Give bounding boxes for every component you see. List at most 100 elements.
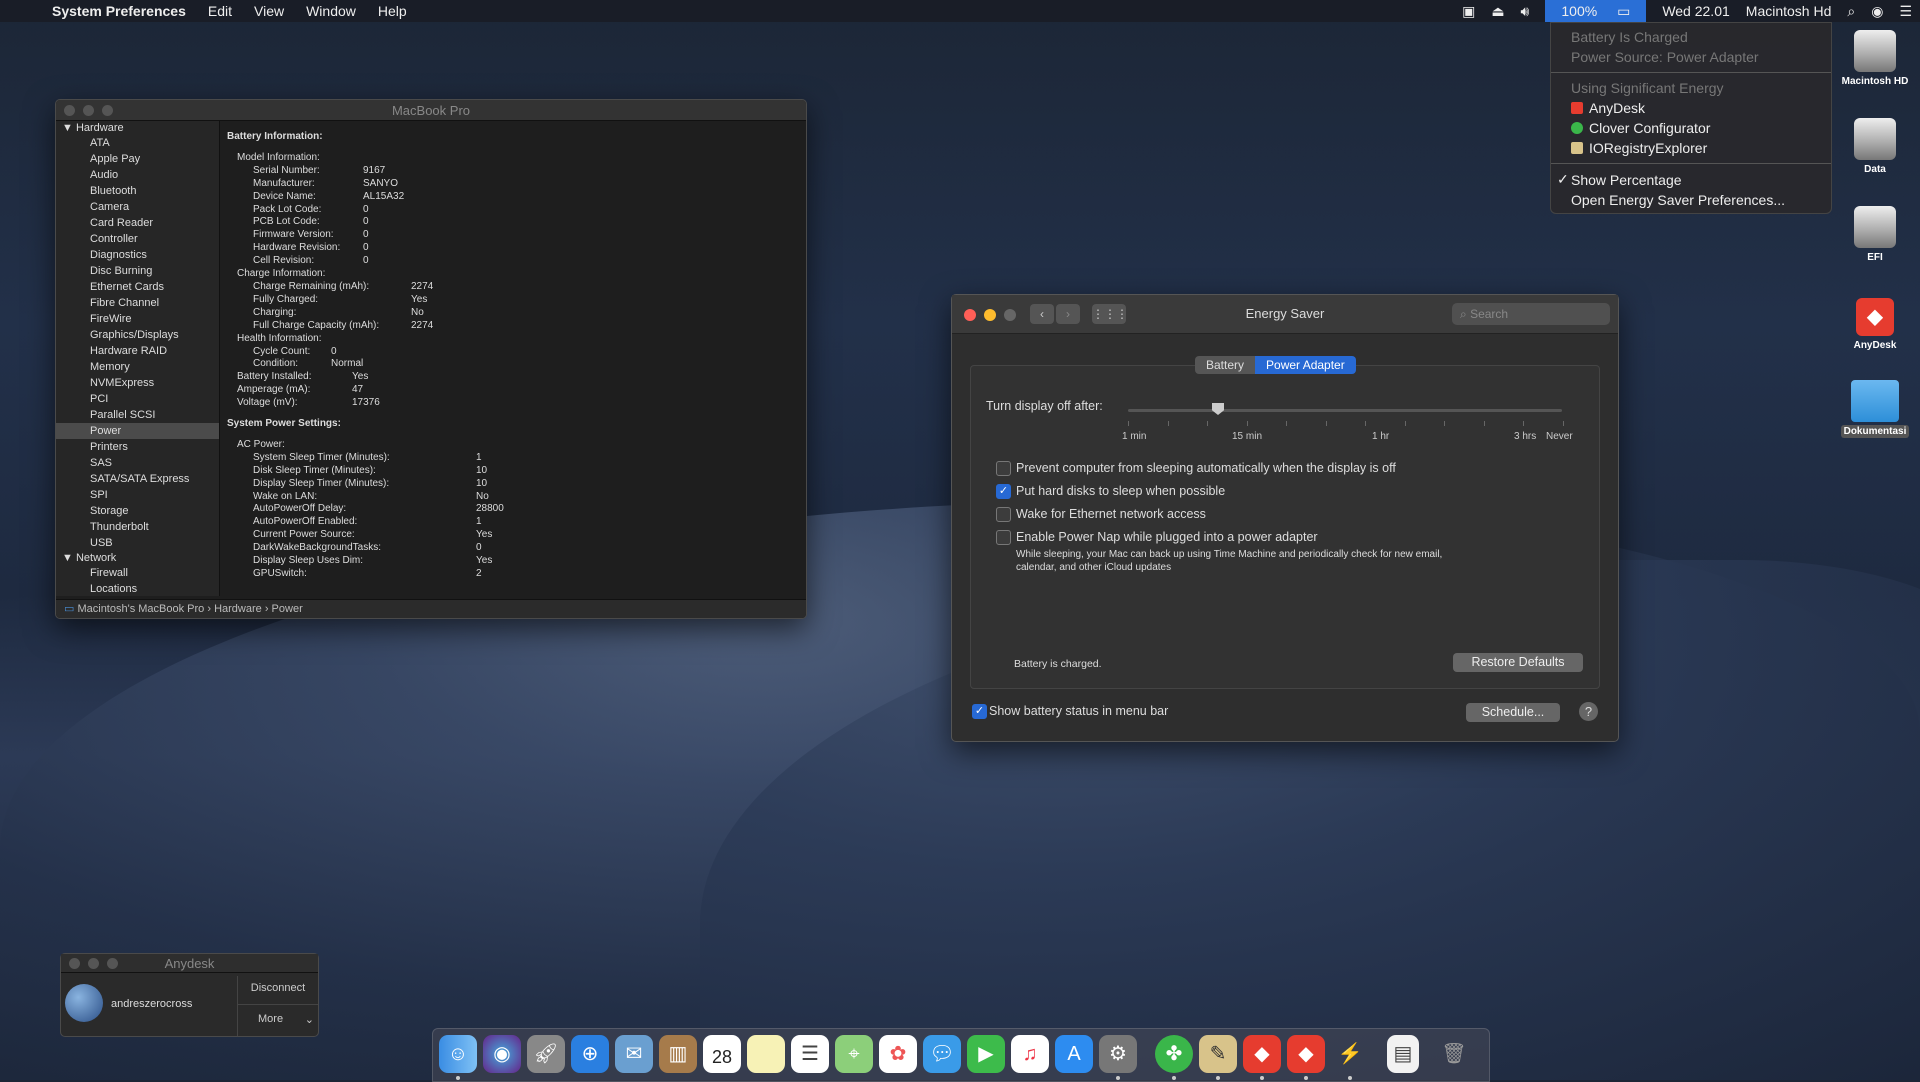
- reminders-icon[interactable]: ☰: [791, 1035, 829, 1073]
- sidebar-item-diagnostics[interactable]: Diagnostics: [56, 247, 219, 263]
- messages-icon[interactable]: 💬︎: [923, 1035, 961, 1073]
- notes-icon[interactable]: [747, 1035, 785, 1073]
- sidebar-item-sas[interactable]: SAS: [56, 455, 219, 471]
- system-preferences-icon[interactable]: ⚙: [1099, 1035, 1137, 1073]
- desktop-icon-anydesk[interactable]: ◆ AnyDesk: [1830, 298, 1920, 351]
- sidebar-item-spi[interactable]: SPI: [56, 487, 219, 503]
- sidebar-item-audio[interactable]: Audio: [56, 167, 219, 183]
- open-energy-prefs-item[interactable]: Open Energy Saver Preferences...: [1551, 190, 1831, 210]
- sidebar-item-fibre-channel[interactable]: Fibre Channel: [56, 295, 219, 311]
- more-dropdown[interactable]: More ⌄: [238, 1013, 318, 1026]
- sidebar-group-network[interactable]: ▼ Network: [56, 551, 219, 565]
- restore-defaults-button[interactable]: Restore Defaults: [1453, 653, 1583, 672]
- sidebar-item-memory[interactable]: Memory: [56, 359, 219, 375]
- app-menu[interactable]: System Preferences: [52, 3, 186, 19]
- show-percentage-item[interactable]: ✓ Show Percentage: [1551, 169, 1831, 190]
- path-computer[interactable]: Macintosh's MacBook Pro: [77, 603, 204, 615]
- anydesk-2-dock-icon[interactable]: ◆: [1287, 1035, 1325, 1073]
- sidebar-item-bluetooth[interactable]: Bluetooth: [56, 183, 219, 199]
- battery-status-menu[interactable]: 100% ▭: [1545, 0, 1647, 22]
- close-button[interactable]: [64, 104, 75, 116]
- desktop-icon-data[interactable]: Data: [1830, 118, 1920, 175]
- menu-window[interactable]: Window: [306, 3, 356, 19]
- sidebar-item-pci[interactable]: PCI: [56, 391, 219, 407]
- mail-icon[interactable]: ✉: [615, 1035, 653, 1073]
- sidebar-item-firewall[interactable]: Firewall: [56, 565, 219, 581]
- close-button[interactable]: [69, 957, 80, 969]
- clover-configurator-icon[interactable]: ✤: [1155, 1035, 1193, 1073]
- help-button[interactable]: ?: [1579, 702, 1598, 721]
- sidebar-item-camera[interactable]: Camera: [56, 199, 219, 215]
- display-sleep-slider[interactable]: [1128, 403, 1562, 415]
- app-store-icon[interactable]: A: [1055, 1035, 1093, 1073]
- energy-app-anydesk[interactable]: AnyDesk: [1551, 98, 1831, 118]
- volume-icon[interactable]: 🔊︎: [1521, 3, 1530, 20]
- finder-icon[interactable]: ☺: [439, 1035, 477, 1073]
- wake-ethernet-checkbox[interactable]: [996, 507, 1011, 522]
- siri-icon[interactable]: ◉: [483, 1035, 521, 1073]
- eject-icon[interactable]: ⏏: [1491, 3, 1504, 20]
- sidebar-item-disc-burning[interactable]: Disc Burning: [56, 263, 219, 279]
- minimize-button[interactable]: [88, 957, 99, 969]
- schedule-button[interactable]: Schedule...: [1466, 703, 1560, 722]
- menu-edit[interactable]: Edit: [208, 3, 232, 19]
- itunes-icon[interactable]: ♫: [1011, 1035, 1049, 1073]
- sidebar-item-usb[interactable]: USB: [56, 535, 219, 551]
- safari-icon[interactable]: ⊕: [571, 1035, 609, 1073]
- document-icon[interactable]: ▤: [1387, 1035, 1419, 1073]
- sidebar-item-thunderbolt[interactable]: Thunderbolt: [56, 519, 219, 535]
- sidebar-item-firewire[interactable]: FireWire: [56, 311, 219, 327]
- sidebar-group-hardware[interactable]: ▼ Hardware: [56, 121, 219, 135]
- sidebar-item-controller[interactable]: Controller: [56, 231, 219, 247]
- desktop-icon-macintosh-hd[interactable]: Macintosh HD: [1830, 30, 1920, 87]
- sidebar-item-printers[interactable]: Printers: [56, 439, 219, 455]
- system-information-icon[interactable]: ⚡: [1331, 1035, 1369, 1073]
- photos-icon[interactable]: ✿: [879, 1035, 917, 1073]
- sidebar-item-hardware-raid[interactable]: Hardware RAID: [56, 343, 219, 359]
- contacts-icon[interactable]: ▥: [659, 1035, 697, 1073]
- calendar-icon[interactable]: 28: [703, 1035, 741, 1073]
- user-menu[interactable]: Macintosh Hd: [1746, 3, 1832, 19]
- path-power[interactable]: Power: [272, 603, 303, 615]
- prevent-sleep-checkbox[interactable]: [996, 461, 1011, 476]
- sidebar-item-graphics-displays[interactable]: Graphics/Displays: [56, 327, 219, 343]
- path-hardware[interactable]: Hardware: [214, 603, 262, 615]
- show-battery-status-checkbox[interactable]: ✓: [972, 704, 987, 719]
- sidebar-item-ata[interactable]: ATA: [56, 135, 219, 151]
- menu-view[interactable]: View: [254, 3, 284, 19]
- anydesk-dock-icon[interactable]: ◆: [1243, 1035, 1281, 1073]
- display-mirror-icon[interactable]: ▣: [1462, 3, 1475, 20]
- tab-battery[interactable]: Battery: [1195, 356, 1256, 374]
- power-nap-checkbox[interactable]: [996, 530, 1011, 545]
- desktop-icon-dokumentasi[interactable]: Dokumentasi: [1830, 380, 1920, 438]
- disconnect-button[interactable]: Disconnect: [238, 982, 318, 994]
- energy-app-clover[interactable]: Clover Configurator: [1551, 118, 1831, 138]
- sidebar-item-sata[interactable]: SATA/SATA Express: [56, 471, 219, 487]
- sidebar-item-ethernet-cards[interactable]: Ethernet Cards: [56, 279, 219, 295]
- sidebar-item-nvmexpress[interactable]: NVMExpress: [56, 375, 219, 391]
- desktop-icon-efi[interactable]: EFI: [1830, 206, 1920, 263]
- sidebar-item-power[interactable]: Power: [56, 423, 219, 439]
- sidebar-item-card-reader[interactable]: Card Reader: [56, 215, 219, 231]
- facetime-icon[interactable]: ▶: [967, 1035, 1005, 1073]
- zoom-button[interactable]: [102, 104, 113, 116]
- ioregistry-explorer-icon[interactable]: ✎: [1199, 1035, 1237, 1073]
- trash-icon[interactable]: 🗑︎: [1435, 1035, 1473, 1073]
- sidebar-item-storage[interactable]: Storage: [56, 503, 219, 519]
- minimize-button[interactable]: [83, 104, 94, 116]
- spotlight-search-icon[interactable]: ⌕: [1847, 3, 1855, 20]
- maps-icon[interactable]: ⌖: [835, 1035, 873, 1073]
- search-input[interactable]: ⌕ Search: [1452, 303, 1610, 325]
- disk-sleep-checkbox[interactable]: ✓: [996, 484, 1011, 499]
- sidebar-item-locations[interactable]: Locations: [56, 581, 219, 596]
- clock[interactable]: Wed 22.01: [1662, 3, 1729, 19]
- zoom-button[interactable]: [107, 957, 118, 969]
- notification-center-icon[interactable]: ☰: [1899, 3, 1912, 20]
- launchpad-icon[interactable]: 🚀︎: [527, 1035, 565, 1073]
- sidebar-item-apple-pay[interactable]: Apple Pay: [56, 151, 219, 167]
- siri-icon[interactable]: ◉: [1871, 3, 1883, 20]
- sidebar-item-parallel-scsi[interactable]: Parallel SCSI: [56, 407, 219, 423]
- menu-help[interactable]: Help: [378, 3, 407, 19]
- energy-app-ioregistry[interactable]: IORegistryExplorer: [1551, 138, 1831, 158]
- tab-power-adapter[interactable]: Power Adapter: [1255, 356, 1356, 374]
